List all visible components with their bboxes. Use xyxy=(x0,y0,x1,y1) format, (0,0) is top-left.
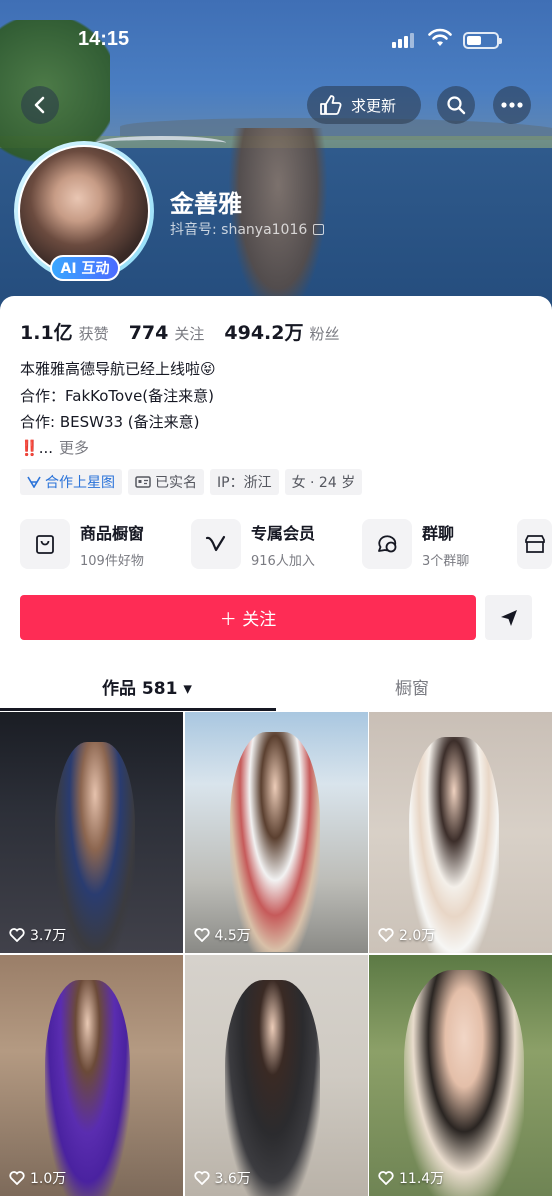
douyin-id[interactable]: 抖音号: shanya1016 xyxy=(170,219,325,239)
service-group-chat[interactable]: 群聊 3个群聊 xyxy=(362,519,469,569)
tab-active-indicator xyxy=(0,708,276,711)
video-thumbnail[interactable]: 3.6万 xyxy=(184,955,368,1196)
service-more[interactable] xyxy=(517,519,552,569)
video-likes-count: 3.6万 xyxy=(214,1171,251,1187)
star-map-icon xyxy=(27,476,41,488)
request-update-label: 求更新 xyxy=(351,96,397,115)
signal-icon xyxy=(392,32,414,48)
tag-star-map[interactable]: 合作上星图 xyxy=(20,469,122,495)
service-vip-title: 专属会员 xyxy=(251,523,316,543)
bio-more-link[interactable]: 更多 xyxy=(59,439,89,457)
search-icon xyxy=(447,96,466,115)
followers-label[interactable]: 粉丝 xyxy=(309,323,339,344)
heart-icon xyxy=(193,1171,210,1185)
video-likes-count: 4.5万 xyxy=(214,928,251,944)
following-count[interactable]: 774 xyxy=(129,322,169,344)
profile-name: 金善雅 xyxy=(170,190,242,218)
profile-stats: 1.1亿 获赞 774 关注 494.2万 粉丝 xyxy=(20,318,340,345)
store-icon xyxy=(517,519,552,569)
id-card-icon xyxy=(135,476,151,488)
service-shop-window[interactable]: 商品橱窗 109件好物 xyxy=(20,519,144,569)
paper-plane-icon xyxy=(500,609,517,626)
service-vip-sub: 916人加入 xyxy=(251,553,315,569)
tag-verified[interactable]: 已实名 xyxy=(128,469,204,495)
video-likes: 3.6万 xyxy=(193,1168,251,1188)
video-likes: 3.7万 xyxy=(9,925,66,945)
likes-label: 获赞 xyxy=(78,325,109,343)
status-time: 14:15 xyxy=(78,28,130,50)
douyin-id-text: 抖音号: shanya1016 xyxy=(170,222,308,238)
vip-v-icon xyxy=(191,519,241,569)
wifi-icon xyxy=(428,28,452,46)
copy-icon[interactable] xyxy=(313,223,325,235)
service-chat-sub: 3个群聊 xyxy=(422,553,470,569)
heart-icon xyxy=(193,928,210,942)
more-button[interactable] xyxy=(493,86,531,124)
tag-ip: IP：浙江 xyxy=(210,469,279,495)
video-likes-count: 11.4万 xyxy=(399,1171,445,1187)
request-update-button[interactable]: 求更新 xyxy=(307,86,421,124)
battery-icon xyxy=(463,32,502,49)
service-shop-title: 商品橱窗 xyxy=(80,523,145,543)
heart-icon xyxy=(378,928,394,942)
video-likes-count: 3.7万 xyxy=(30,928,67,944)
video-likes: 11.4万 xyxy=(378,1168,444,1188)
video-likes: 2.0万 xyxy=(378,925,435,945)
bio-ellipsis: ... xyxy=(38,439,53,457)
bio-line-2: 合作：FakKoTove(备注来意) xyxy=(20,387,214,405)
bio-line-3: 合作: BESW33 (备注来意) xyxy=(20,413,200,431)
video-thumbnail[interactable]: 11.4万 xyxy=(369,955,552,1196)
status-bar: 14:15 xyxy=(0,0,552,80)
share-button[interactable] xyxy=(485,595,532,640)
thumbs-up-icon xyxy=(320,95,342,115)
following-label[interactable]: 关注 xyxy=(174,323,204,344)
video-likes: 1.0万 xyxy=(9,1168,66,1188)
tab-works[interactable]: 作品 581 ▾ xyxy=(102,674,192,699)
video-thumbnail[interactable]: 4.5万 xyxy=(184,712,368,953)
chat-icon xyxy=(362,519,412,569)
content-tabs: 作品 581 ▾ 橱窗 xyxy=(0,662,552,711)
heart-icon xyxy=(378,1171,394,1185)
service-shop-sub: 109件好物 xyxy=(80,553,144,569)
profile-tags: 合作上星图 已实名 IP：浙江 女 · 24 岁 xyxy=(20,469,363,495)
followers-count[interactable]: 494.2万 xyxy=(224,318,303,345)
heart-icon xyxy=(9,928,25,942)
video-thumbnail[interactable]: 2.0万 xyxy=(369,712,552,953)
likes-count: 1.1亿 xyxy=(20,322,73,344)
chevron-left-icon xyxy=(34,96,45,114)
video-thumbnail[interactable]: 3.7万 xyxy=(0,712,183,953)
video-likes-count: 1.0万 xyxy=(30,1171,67,1187)
tag-gender-age-label: 女 · 24 岁 xyxy=(291,475,356,491)
more-dots-icon xyxy=(501,102,523,108)
service-vip[interactable]: 专属会员 916人加入 xyxy=(191,519,315,569)
bio-line-4: ‼️... 更多 xyxy=(20,437,89,458)
ai-interact-badge[interactable]: AI 互动 xyxy=(50,255,120,281)
search-button[interactable] xyxy=(437,86,475,124)
tag-verified-label: 已实名 xyxy=(155,475,197,491)
bag-icon xyxy=(20,519,70,569)
follow-button[interactable]: ＋ 关注 xyxy=(20,595,476,640)
bio-emoji: ‼️ xyxy=(20,439,39,457)
tag-ip-label: IP：浙江 xyxy=(217,475,272,491)
bio-line-1: 本雅雅高德导航已经上线啦😝 xyxy=(20,360,216,378)
back-button[interactable] xyxy=(21,86,59,124)
service-chat-title: 群聊 xyxy=(422,523,455,543)
tag-gender-age: 女 · 24 岁 xyxy=(284,469,363,495)
tab-shop-window[interactable]: 橱窗 xyxy=(395,674,429,699)
video-thumbnail[interactable]: 1.0万 xyxy=(0,955,183,1196)
video-likes-count: 2.0万 xyxy=(399,928,436,944)
video-likes: 4.5万 xyxy=(193,925,251,945)
heart-icon xyxy=(9,1171,25,1185)
tag-star-map-label: 合作上星图 xyxy=(45,475,115,491)
video-grid: 3.7万 4.5万 2.0万 1.0万 3.6万 11.4万 xyxy=(0,712,552,1196)
